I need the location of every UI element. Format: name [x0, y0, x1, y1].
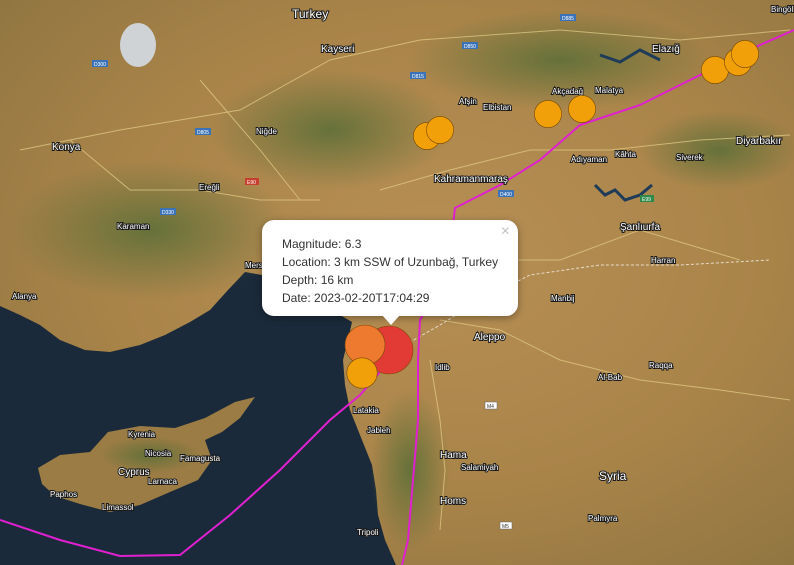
- svg-text:Aleppo: Aleppo: [474, 332, 506, 343]
- popup-tip: [382, 315, 400, 325]
- terrain-shade: [210, 70, 450, 190]
- svg-text:Limassol: Limassol: [102, 503, 134, 512]
- svg-text:Turkey: Turkey: [292, 7, 328, 21]
- svg-text:E99: E99: [642, 197, 651, 203]
- svg-text:D850: D850: [464, 44, 476, 50]
- svg-text:Larnaca: Larnaca: [148, 477, 177, 486]
- svg-text:Karaman: Karaman: [117, 222, 149, 231]
- earthquake-marker[interactable]: [731, 40, 759, 68]
- popup-depth-row: Depth: 16 km: [282, 271, 498, 289]
- close-icon[interactable]: ×: [501, 223, 510, 241]
- popup-location-row: Location: 3 km SSW of Uzunbağ, Turkey: [282, 253, 498, 271]
- svg-text:Homs: Homs: [440, 496, 466, 507]
- svg-text:D885: D885: [562, 16, 574, 22]
- svg-text:Jableh: Jableh: [367, 426, 391, 435]
- terrain-shade: [640, 110, 794, 190]
- svg-text:Alanya: Alanya: [12, 292, 37, 301]
- svg-text:Elbistan: Elbistan: [483, 103, 511, 112]
- svg-text:Kayseri: Kayseri: [321, 44, 354, 55]
- location-label: Location:: [282, 255, 335, 269]
- svg-text:Bingöl: Bingöl: [771, 5, 793, 14]
- svg-text:Adıyaman: Adıyaman: [571, 155, 607, 164]
- depth-value: 16 km: [320, 273, 354, 287]
- svg-text:Malatya: Malatya: [595, 86, 624, 95]
- svg-text:Manbij: Manbij: [551, 294, 575, 303]
- svg-text:E90: E90: [247, 180, 256, 186]
- earthquake-popup: × Magnitude: 6.3 Location: 3 km SSW of U…: [262, 220, 518, 325]
- svg-text:Cyprus: Cyprus: [118, 467, 150, 478]
- earthquake-marker[interactable]: [568, 95, 596, 123]
- svg-text:Afşin: Afşin: [459, 97, 477, 106]
- magnitude-label: Magnitude:: [282, 237, 345, 251]
- earthquake-marker[interactable]: [426, 116, 454, 144]
- date-label: Date:: [282, 291, 315, 305]
- svg-text:Salamiyah: Salamiyah: [461, 463, 498, 472]
- svg-text:Al-Bab: Al-Bab: [598, 373, 623, 382]
- earthquake-marker[interactable]: [534, 100, 562, 128]
- svg-text:Kâhta: Kâhta: [615, 150, 636, 159]
- svg-text:Palmyra: Palmyra: [588, 514, 618, 523]
- svg-text:Idlib: Idlib: [435, 363, 450, 372]
- svg-text:Syria: Syria: [599, 469, 627, 483]
- svg-text:M4: M4: [487, 404, 494, 410]
- svg-text:Ereğli: Ereğli: [199, 183, 220, 192]
- magnitude-value: 6.3: [344, 237, 362, 251]
- svg-text:Konya: Konya: [52, 142, 81, 153]
- svg-text:Hama: Hama: [440, 450, 467, 461]
- svg-text:Harran: Harran: [651, 256, 675, 265]
- svg-text:Famagusta: Famagusta: [180, 454, 221, 463]
- svg-text:Raqqa: Raqqa: [649, 361, 673, 370]
- svg-text:Elazığ: Elazığ: [652, 44, 680, 55]
- svg-text:Kyrenia: Kyrenia: [128, 430, 156, 439]
- svg-text:D805: D805: [197, 130, 209, 136]
- location-value: 3 km SSW of Uzunbağ, Turkey: [334, 255, 499, 269]
- svg-text:Nicosia: Nicosia: [145, 449, 172, 458]
- svg-text:D300: D300: [94, 62, 106, 68]
- svg-text:Latakia: Latakia: [353, 406, 379, 415]
- svg-text:Kahramanmaraş: Kahramanmaraş: [434, 174, 508, 185]
- date-value: 2023-02-20T17:04:29: [314, 291, 430, 305]
- svg-text:D815: D815: [412, 74, 424, 80]
- svg-text:Paphos: Paphos: [50, 490, 77, 499]
- popup-date-row: Date: 2023-02-20T17:04:29: [282, 289, 498, 307]
- svg-text:Akçadağ: Akçadağ: [552, 87, 583, 96]
- svg-text:Siverek: Siverek: [676, 153, 704, 162]
- salt-lake: [120, 23, 156, 67]
- earthquake-marker[interactable]: [346, 357, 378, 389]
- svg-text:Şanlıurfa: Şanlıurfa: [620, 222, 660, 233]
- svg-text:Diyarbakır: Diyarbakır: [736, 136, 782, 147]
- svg-text:Tripoli: Tripoli: [357, 528, 379, 537]
- popup-magnitude-row: Magnitude: 6.3: [282, 235, 498, 253]
- svg-text:D400: D400: [500, 192, 512, 198]
- svg-text:D330: D330: [162, 210, 174, 216]
- svg-text:M5: M5: [502, 524, 509, 530]
- depth-label: Depth:: [282, 273, 321, 287]
- svg-text:Niğde: Niğde: [256, 127, 277, 136]
